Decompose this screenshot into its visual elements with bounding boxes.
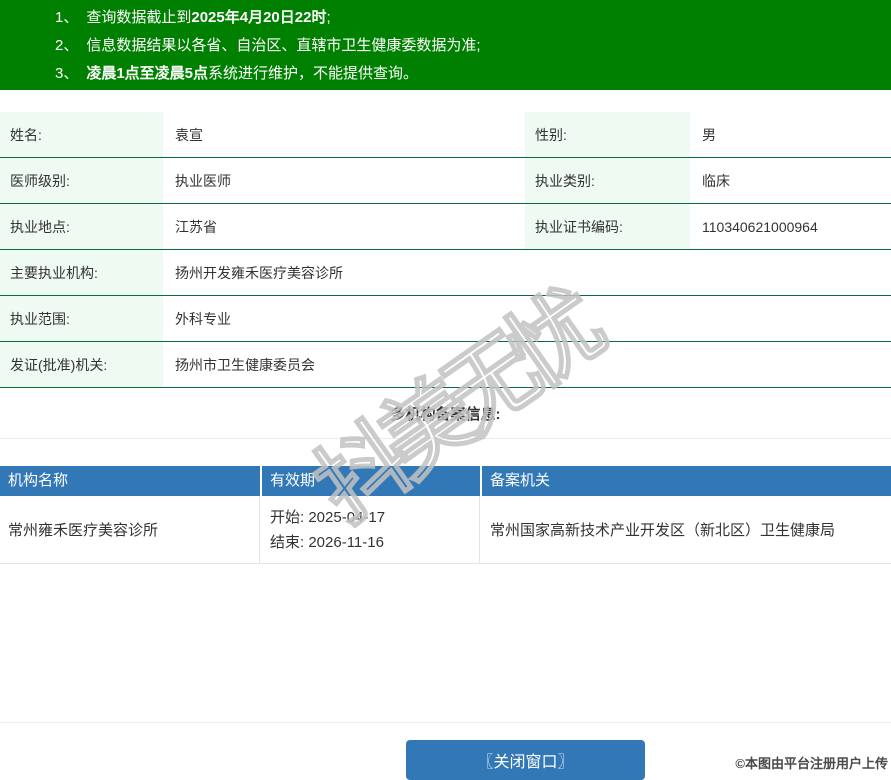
practice-scope-label: 执业范围: bbox=[0, 296, 163, 341]
practice-location-label: 执业地点: bbox=[0, 204, 163, 249]
doctor-level-label: 医师级别: bbox=[0, 158, 163, 203]
notice-banner: 1、 查询数据截止到2025年4月20日22时; 2、 信息数据结果以各省、自治… bbox=[0, 0, 891, 90]
close-window-button[interactable]: 〖关闭窗口〗 bbox=[406, 740, 645, 780]
practice-category-value: 临床 bbox=[702, 172, 730, 189]
notice-text-post: ; bbox=[326, 9, 331, 26]
notice-line-3: 3、 凌晨1点至凌晨5点系统进行维护，不能提供查询。 bbox=[55, 60, 881, 88]
notice-line-1: 1、 查询数据截止到2025年4月20日22时; bbox=[55, 4, 881, 32]
practitioner-info-table: 姓名: 袁宣 性别: 男 医师级别: 执业医师 执业类别: 临床 执业地点: 江… bbox=[0, 112, 891, 388]
filing-table-header: 机构名称 有效期 备案机关 bbox=[0, 466, 891, 496]
table-row: 姓名: 袁宣 性别: 男 bbox=[0, 112, 891, 158]
period-start: 开始: 2025-04-17 bbox=[270, 508, 386, 526]
notice-text-pre: 信息数据结果以各省、自治区、直辖市卫生健康委数据为准; bbox=[86, 37, 481, 54]
notice-number: 2、 bbox=[55, 37, 79, 54]
notice-text-bold: 凌晨1点至凌晨5点 bbox=[86, 65, 209, 82]
period-end: 结束: 2026-11-16 bbox=[270, 533, 384, 551]
upload-credit-watermark: ©本图由平台注册用户上传 bbox=[735, 756, 888, 771]
divider bbox=[0, 722, 891, 723]
filing-table: 机构名称 有效期 备案机关 常州雍禾医疗美容诊所 开始: 2025-04-17 … bbox=[0, 466, 891, 564]
name-value: 袁宣 bbox=[175, 126, 203, 143]
doctor-level-value: 执业医师 bbox=[175, 172, 231, 189]
table-row: 常州雍禾医疗美容诊所 开始: 2025-04-17 结束: 2026-11-16… bbox=[0, 496, 891, 564]
issuing-authority-label: 发证(批准)机关: bbox=[0, 342, 163, 387]
notice-number: 1、 bbox=[55, 9, 79, 26]
notice-text-pre: 查询数据截止到 bbox=[86, 9, 192, 26]
validity-period-cell: 开始: 2025-04-17 结束: 2026-11-16 bbox=[260, 496, 480, 564]
notice-line-2: 2、 信息数据结果以各省、自治区、直辖市卫生健康委数据为准; bbox=[55, 32, 881, 60]
notice-number: 3、 bbox=[55, 65, 79, 82]
org-name-cell: 常州雍禾医疗美容诊所 bbox=[0, 496, 260, 564]
org-name-column-header: 机构名称 bbox=[0, 466, 260, 496]
gender-value: 男 bbox=[702, 126, 716, 143]
multi-institution-section-title: 多机构备案信息: bbox=[0, 388, 891, 439]
table-row: 医师级别: 执业医师 执业类别: 临床 bbox=[0, 158, 891, 204]
main-institution-label: 主要执业机构: bbox=[0, 250, 163, 295]
table-row: 发证(批准)机关: 扬州市卫生健康委员会 bbox=[0, 342, 891, 388]
main-institution-value: 扬州开发雍禾医疗美容诊所 bbox=[175, 264, 343, 281]
notice-text: 凌晨1点至凌晨5点系统进行维护，不能提供查询。 bbox=[86, 60, 418, 88]
certificate-number-label: 执业证书编码: bbox=[525, 204, 690, 249]
certificate-number-value: 110340621000964 bbox=[702, 218, 818, 235]
name-label: 姓名: bbox=[0, 112, 163, 157]
practice-category-label: 执业类别: bbox=[525, 158, 690, 203]
issuing-authority-value: 扬州市卫生健康委员会 bbox=[175, 356, 315, 373]
filing-authority-column-header: 备案机关 bbox=[482, 466, 891, 496]
filing-authority-cell: 常州国家高新技术产业开发区（新北区）卫生健康局 bbox=[480, 496, 891, 564]
gender-label: 性别: bbox=[525, 112, 690, 157]
notice-text: 查询数据截止到2025年4月20日22时; bbox=[86, 4, 330, 32]
validity-period-column-header: 有效期 bbox=[262, 466, 480, 496]
table-row: 主要执业机构: 扬州开发雍禾医疗美容诊所 bbox=[0, 250, 891, 296]
practice-location-value: 江苏省 bbox=[175, 218, 217, 235]
practice-scope-value: 外科专业 bbox=[175, 310, 231, 327]
table-row: 执业地点: 江苏省 执业证书编码: 110340621000964 bbox=[0, 204, 891, 250]
notice-text-bold: 2025年4月20日22时 bbox=[191, 9, 327, 26]
notice-text-post: 系统进行维护，不能提供查询。 bbox=[208, 65, 419, 82]
table-row: 执业范围: 外科专业 bbox=[0, 296, 891, 342]
notice-text: 信息数据结果以各省、自治区、直辖市卫生健康委数据为准; bbox=[86, 32, 480, 60]
empty-space bbox=[0, 564, 891, 722]
